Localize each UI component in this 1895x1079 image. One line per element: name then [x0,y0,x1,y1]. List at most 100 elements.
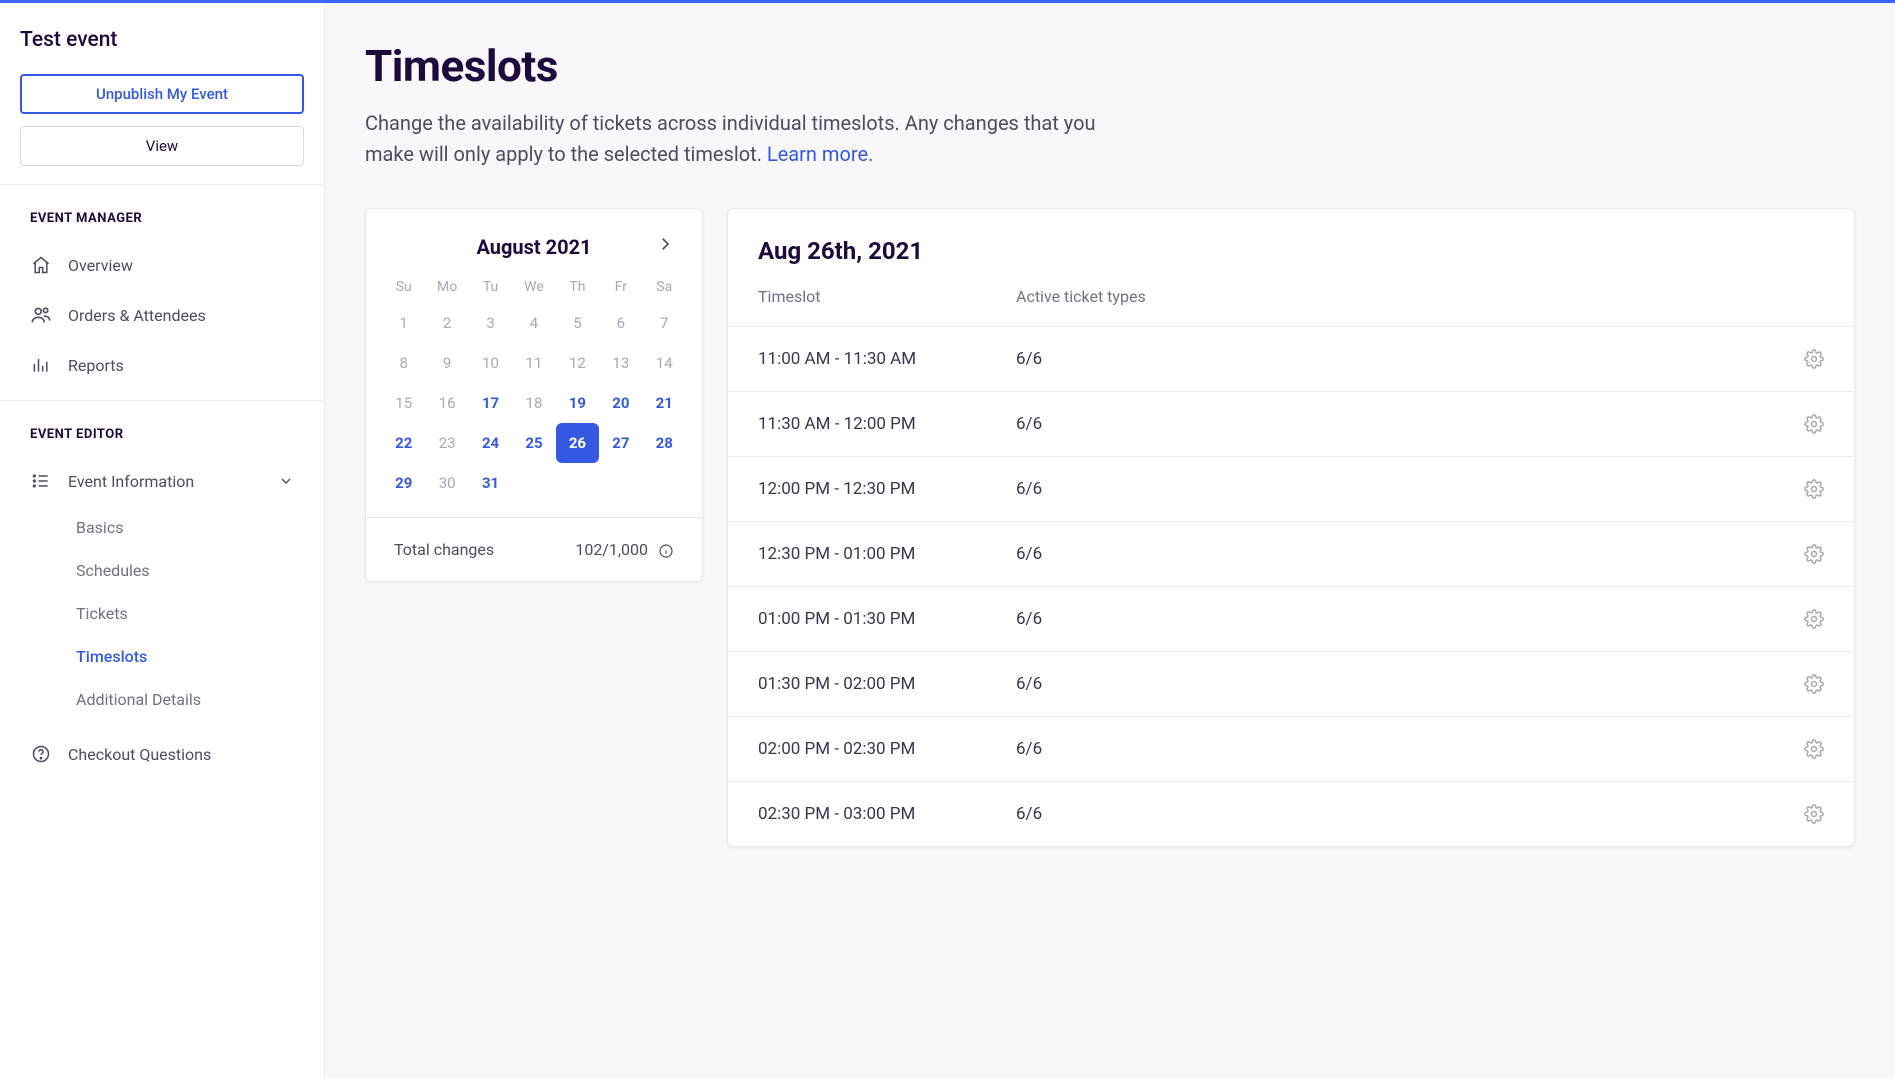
calendar-grid: SuMoTuWeThFrSa 1234567891011121314151617… [366,271,702,517]
calendar-footer: Total changes 102/1,000 [366,517,702,581]
timeslot-time: 01:30 PM - 02:00 PM [758,674,1016,694]
calendar-week-row: 22232425262728 [382,423,686,463]
sidebar-header: Test event Unpublish My Event View [0,0,324,184]
timeslot-time: 12:00 PM - 12:30 PM [758,479,1016,499]
section-event-manager: EVENT MANAGER Overview Orders & Attendee… [0,184,324,400]
calendar-day: 6 [599,303,642,343]
calendar-day[interactable]: 28 [643,423,686,463]
sidebar: Test event Unpublish My Event View EVENT… [0,0,325,1079]
calendar-dow: Fr [599,271,642,303]
page-subtitle: Change the availability of tickets acros… [365,108,1145,170]
column-timeslot: Timeslot [758,287,1016,306]
selected-date-label: Aug 26th, 2021 [758,237,1824,265]
calendar-day: 11 [512,343,555,383]
calendar-next-button[interactable] [656,235,674,253]
calendar-day[interactable]: 24 [469,423,512,463]
gear-icon[interactable] [1804,544,1824,564]
sidebar-item-orders[interactable]: Orders & Attendees [0,290,324,340]
timeslots-card: Aug 26th, 2021 Timeslot Active ticket ty… [727,208,1855,847]
calendar-month-label: August 2021 [476,235,591,259]
calendar-day[interactable]: 21 [643,383,686,423]
calendar-day: 15 [382,383,425,423]
calendar-day[interactable]: 26 [556,423,599,463]
sidebar-item-label: Reports [68,356,124,375]
calendar-day: 18 [512,383,555,423]
calendar-day: 1 [382,303,425,343]
section-title-manager: EVENT MANAGER [0,211,324,226]
sidebar-item-overview[interactable]: Overview [0,240,324,290]
timeslot-row: 01:00 PM - 01:30 PM6/6 [728,586,1854,651]
page-subtitle-text: Change the availability of tickets acros… [365,111,1096,166]
calendar-dow-row: SuMoTuWeThFrSa [382,271,686,303]
section-event-editor: EVENT EDITOR Event Information Basics Sc… [0,400,324,789]
calendar-week-row: 15161718192021 [382,383,686,423]
calendar-day: 3 [469,303,512,343]
sidebar-item-checkout-questions[interactable]: Checkout Questions [0,729,324,779]
calendar-dow: Su [382,271,425,303]
calendar-dow: Th [556,271,599,303]
chevron-down-icon [278,473,294,489]
calendar-day[interactable]: 20 [599,383,642,423]
timeslot-active-types: 6/6 [1016,414,1804,434]
timeslots-header: Aug 26th, 2021 Timeslot Active ticket ty… [728,209,1854,326]
timeslot-active-types: 6/6 [1016,674,1804,694]
calendar-day: 30 [425,463,468,503]
timeslot-active-types: 6/6 [1016,739,1804,759]
calendar-day: 14 [643,343,686,383]
timeslot-row: 12:00 PM - 12:30 PM6/6 [728,456,1854,521]
gear-icon[interactable] [1804,479,1824,499]
calendar-day: 16 [425,383,468,423]
calendar-day: 5 [556,303,599,343]
view-button[interactable]: View [20,126,304,166]
list-icon [30,470,52,492]
calendar-day[interactable]: 17 [469,383,512,423]
gear-icon[interactable] [1804,804,1824,824]
gear-icon[interactable] [1804,609,1824,629]
gear-icon[interactable] [1804,674,1824,694]
gear-icon[interactable] [1804,739,1824,759]
sidebar-item-event-information[interactable]: Event Information [0,456,324,506]
calendar-card: August 2021 SuMoTuWeThFrSa 1234567891011… [365,208,703,582]
calendar-day [599,463,642,503]
timeslot-row: 02:30 PM - 03:00 PM6/6 [728,781,1854,846]
sidebar-subitem-additional-details[interactable]: Additional Details [0,678,324,721]
total-changes-label: Total changes [394,540,494,559]
timeslots-body: 11:00 AM - 11:30 AM6/611:30 AM - 12:00 P… [728,326,1854,846]
sidebar-subitem-tickets[interactable]: Tickets [0,592,324,635]
calendar-dow: Mo [425,271,468,303]
sidebar-subitem-basics[interactable]: Basics [0,506,324,549]
calendar-day[interactable]: 19 [556,383,599,423]
learn-more-link[interactable]: Learn more. [767,142,873,166]
timeslot-active-types: 6/6 [1016,804,1804,824]
timeslots-columns: Timeslot Active ticket types [758,287,1824,320]
timeslot-time: 01:00 PM - 01:30 PM [758,609,1016,629]
calendar-day: 7 [643,303,686,343]
timeslot-active-types: 6/6 [1016,544,1804,564]
main-content: Timeslots Change the availability of tic… [325,0,1895,1079]
calendar-day[interactable]: 29 [382,463,425,503]
calendar-day[interactable]: 22 [382,423,425,463]
timeslot-time: 11:30 AM - 12:00 PM [758,414,1016,434]
calendar-dow: Tu [469,271,512,303]
sidebar-item-label: Event Information [68,472,194,491]
sidebar-item-label: Orders & Attendees [68,306,206,325]
calendar-week-row: 293031 [382,463,686,503]
gear-icon[interactable] [1804,349,1824,369]
gear-icon[interactable] [1804,414,1824,434]
section-title-editor: EVENT EDITOR [0,427,324,442]
calendar-day: 13 [599,343,642,383]
sidebar-subitem-timeslots[interactable]: Timeslots [0,635,324,678]
page-title: Timeslots [365,40,1855,92]
calendar-day[interactable]: 27 [599,423,642,463]
sidebar-subitem-schedules[interactable]: Schedules [0,549,324,592]
timeslot-row: 02:00 PM - 02:30 PM6/6 [728,716,1854,781]
bar-chart-icon [30,354,52,376]
sidebar-item-reports[interactable]: Reports [0,340,324,390]
calendar-day[interactable]: 25 [512,423,555,463]
info-icon[interactable] [658,543,674,559]
calendar-day [556,463,599,503]
calendar-day: 10 [469,343,512,383]
unpublish-button[interactable]: Unpublish My Event [20,74,304,114]
calendar-day [512,463,555,503]
calendar-day[interactable]: 31 [469,463,512,503]
